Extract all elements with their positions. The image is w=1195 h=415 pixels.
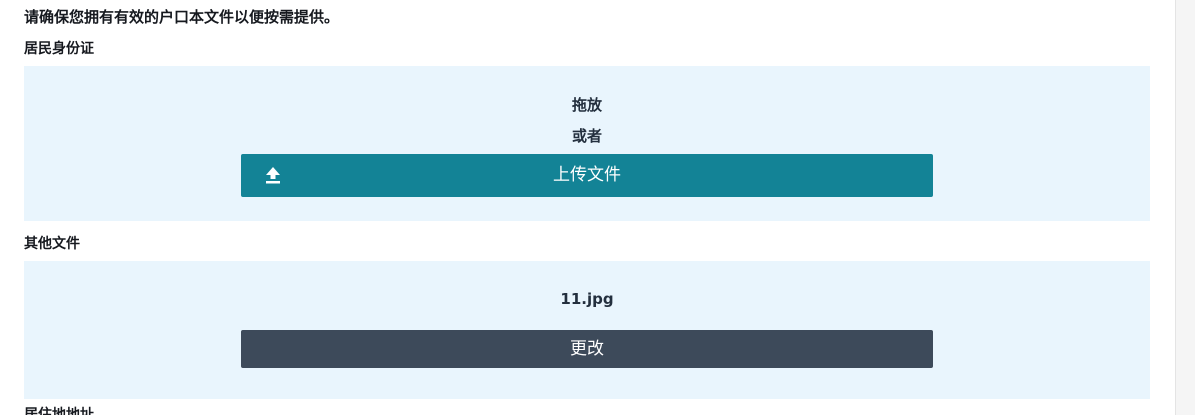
or-text: 或者 <box>571 127 602 145</box>
address-label: 居住地地址 <box>24 407 94 415</box>
scrollbar[interactable] <box>1175 0 1195 415</box>
upload-documents-page: 请确保您拥有有效的户口本文件以便按需提供。 居民身份证 拖放 或者 上传文件 其… <box>0 0 1195 415</box>
id-card-dropzone[interactable]: 拖放 或者 上传文件 <box>24 66 1150 221</box>
other-docs-label: 其他文件 <box>24 236 80 252</box>
upload-file-button[interactable]: 上传文件 <box>241 154 933 197</box>
drag-drop-text: 拖放 <box>571 96 602 114</box>
upload-icon <box>266 167 280 184</box>
notice-text: 请确保您拥有有效的户口本文件以便按需提供。 <box>24 8 340 26</box>
upload-file-label: 上传文件 <box>553 165 621 185</box>
uploaded-file-name: 11.jpg <box>560 290 614 308</box>
id-card-label: 居民身份证 <box>24 41 94 57</box>
other-docs-dropzone[interactable]: 11.jpg 更改 <box>24 261 1150 399</box>
change-file-button[interactable]: 更改 <box>241 330 933 368</box>
change-file-label: 更改 <box>570 339 604 359</box>
